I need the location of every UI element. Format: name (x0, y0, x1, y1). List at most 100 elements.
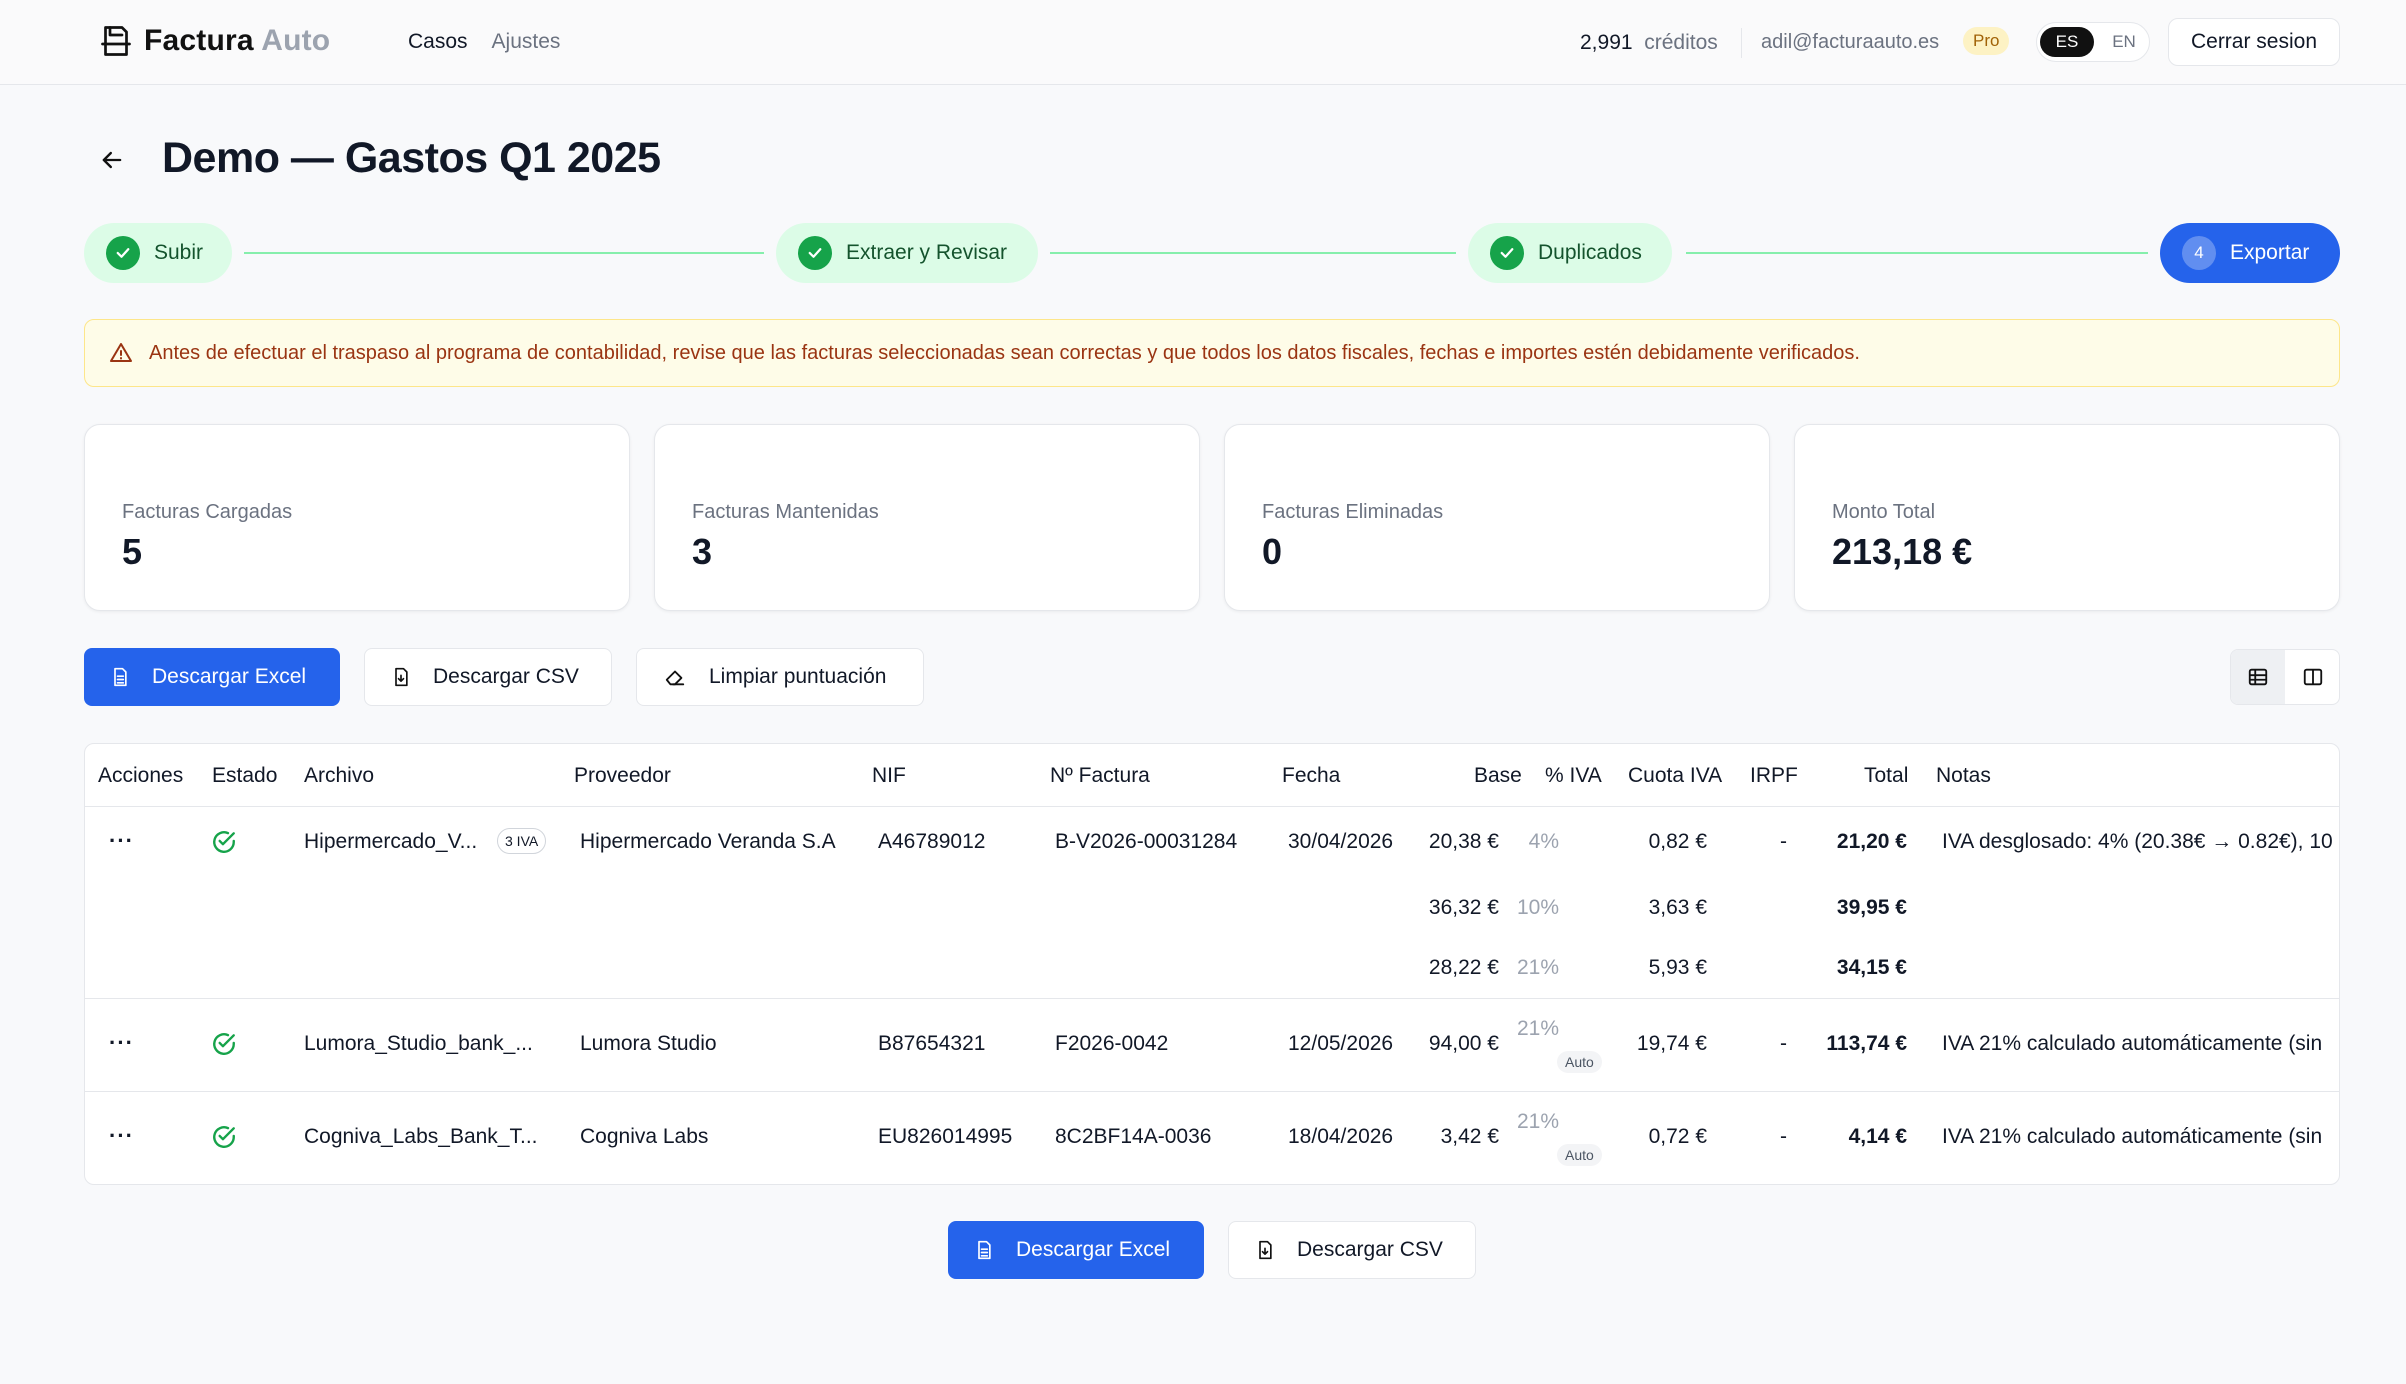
invoice-number: B-V2026-00031284 (1055, 830, 1238, 853)
check-icon (1490, 236, 1524, 270)
view-toggle (2230, 649, 2340, 705)
column-header: Notas (1936, 764, 1991, 787)
iva-rate: 4% (1528, 830, 1559, 853)
iva-rate: 21% (1516, 1017, 1559, 1040)
language-toggle: ES EN (2036, 22, 2150, 62)
main-nav: Casos Ajustes (408, 30, 560, 54)
status-ok-icon (213, 831, 235, 853)
nif: A46789012 (878, 830, 986, 853)
auto-badge: Auto (1557, 1051, 1602, 1073)
download-excel-button[interactable]: Descargar Excel (84, 648, 340, 706)
download-excel-bottom-button[interactable]: Descargar Excel (948, 1221, 1204, 1279)
stat-value: 213,18 € (1832, 531, 1973, 572)
step-label: Extraer y Revisar (846, 241, 1008, 264)
table-view-icon[interactable] (2231, 650, 2285, 704)
column-header[interactable]: Total (1864, 764, 1908, 788)
notes: IVA desglosado: 4% (20.38€ → 0.82€), 10 (1942, 830, 2333, 853)
step-number: 4 (2182, 236, 2216, 270)
invoice-number: 8C2BF14A-0036 (1055, 1125, 1212, 1148)
column-header[interactable]: Fecha (1282, 764, 1340, 788)
supplier: Hipermercado Veranda S.A (580, 830, 836, 853)
iva-count-badge: 3 IVA (497, 828, 547, 854)
step-label: Subir (154, 241, 204, 264)
total-amount: 113,74 € (1826, 1032, 1907, 1055)
stat-value: 0 (1262, 531, 1283, 572)
button-label: Limpiar puntuación (709, 665, 887, 688)
nif: B87654321 (878, 1032, 986, 1055)
credits-counter: 2,991 créditos (1580, 31, 1718, 54)
column-header[interactable]: IRPF (1750, 764, 1798, 788)
base-amount: 3,42 € (1440, 1125, 1499, 1148)
warning-text: Antes de efectuar el traspaso al program… (149, 341, 1860, 364)
iva-amount: 5,93 € (1648, 956, 1707, 979)
step-connector (1050, 252, 1456, 254)
check-icon (106, 236, 140, 270)
invoice-date: 18/04/2026 (1288, 1125, 1394, 1148)
total-amount: 21,20 € (1836, 830, 1907, 853)
spreadsheet-file-icon (978, 1240, 991, 1260)
nav-ajustes[interactable]: Ajustes (492, 30, 561, 54)
iva-amount: 0,72 € (1648, 1125, 1707, 1148)
step-duplicados[interactable]: Duplicados (1468, 223, 1672, 283)
brand-logo[interactable]: Factura Auto (98, 22, 330, 60)
invoice-logo-icon (101, 26, 131, 56)
button-label: Descargar CSV (1297, 1238, 1443, 1261)
back-arrow-icon[interactable] (98, 146, 126, 174)
download-csv-button[interactable]: Descargar CSV (364, 648, 612, 706)
step-subir[interactable]: Subir (84, 223, 232, 283)
plan-badge: Pro (1963, 27, 2010, 55)
divider (85, 806, 2339, 807)
total-amount: 4,14 € (1848, 1125, 1907, 1148)
invoice-number: F2026-0042 (1055, 1032, 1169, 1055)
lang-en-button[interactable]: EN (2103, 27, 2145, 57)
column-header[interactable]: Base (1474, 764, 1522, 788)
step-exportar[interactable]: 4 Exportar (2160, 223, 2340, 283)
row-actions-icon[interactable]: ··· (109, 1123, 134, 1149)
column-header: Estado (212, 764, 278, 787)
stat-label: Facturas Cargadas (122, 501, 293, 523)
file-name[interactable]: Hipermercado_V... (304, 830, 477, 854)
eraser-icon (665, 670, 685, 686)
iva-rate: 10% (1516, 896, 1559, 919)
download-file-icon (1259, 1240, 1272, 1260)
iva-amount: 0,82 € (1648, 830, 1707, 853)
file-name[interactable]: Lumora_Studio_bank_... (304, 1032, 533, 1056)
column-header[interactable]: Archivo (304, 764, 374, 788)
file-name[interactable]: Cogniva_Labs_Bank_T... (304, 1125, 538, 1149)
total-amount: 34,15 € (1836, 956, 1907, 979)
step-connector (1686, 252, 2148, 254)
page-title: Demo — Gastos Q1 2025 (162, 134, 661, 182)
base-amount: 94,00 € (1428, 1032, 1499, 1055)
column-header[interactable]: Cuota IVA (1628, 764, 1722, 788)
step-label: Exportar (2230, 241, 2310, 264)
download-csv-bottom-button[interactable]: Descargar CSV (1228, 1221, 1476, 1279)
download-file-icon (395, 667, 408, 687)
clear-scores-button[interactable]: Limpiar puntuación (636, 648, 924, 706)
column-header[interactable]: NIF (872, 764, 906, 788)
split-view-icon[interactable] (2286, 650, 2339, 704)
row-actions-icon[interactable]: ··· (109, 1030, 134, 1056)
irpf: - (1780, 1032, 1787, 1055)
column-header[interactable]: Nº Factura (1050, 764, 1150, 788)
stat-value: 5 (122, 531, 143, 572)
nav-casos[interactable]: Casos (408, 30, 468, 54)
stat-card-eliminadas: Facturas Eliminadas 0 (1224, 424, 1770, 611)
step-connector (244, 252, 764, 254)
button-label: Descargar Excel (1016, 1238, 1171, 1261)
nif: EU826014995 (878, 1125, 1013, 1148)
invoice-date: 30/04/2026 (1288, 830, 1394, 853)
row-actions-icon[interactable]: ··· (109, 828, 134, 854)
supplier: Cogniva Labs (580, 1125, 709, 1148)
step-extraer[interactable]: Extraer y Revisar (776, 223, 1038, 283)
brand-name: Factura Auto (144, 24, 331, 57)
supplier: Lumora Studio (580, 1032, 717, 1055)
stat-value: 3 (692, 531, 713, 572)
column-header[interactable]: Proveedor (574, 764, 671, 788)
column-header[interactable]: % IVA (1545, 764, 1602, 788)
invoice-table: Acciones Estado Archivo Proveedor NIF Nº… (84, 743, 2340, 1185)
status-ok-icon (213, 1126, 235, 1148)
stat-card-cargadas: Facturas Cargadas 5 (84, 424, 630, 611)
logout-button[interactable]: Cerrar sesion (2168, 18, 2340, 66)
divider (85, 1091, 2339, 1092)
lang-es-button[interactable]: ES (2040, 27, 2094, 57)
